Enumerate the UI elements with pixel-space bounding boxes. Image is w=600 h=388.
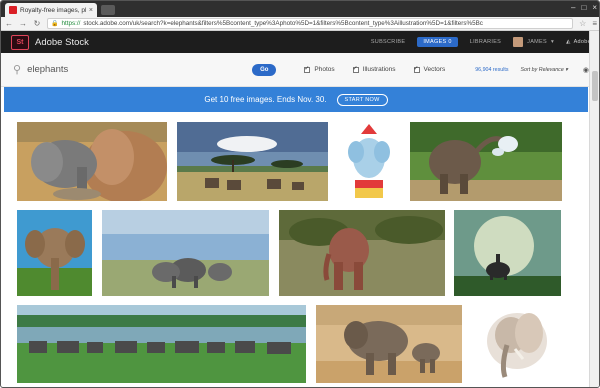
window-controls: – □ × xyxy=(571,3,597,12)
url-scheme: https:// xyxy=(61,20,81,27)
thumb-elephant-watercolor[interactable] xyxy=(471,305,561,383)
minimize-button[interactable]: – xyxy=(571,3,575,12)
header-nav: SUBSCRIBE IMAGES 0 LIBRARIES JAMES ▾ ◭ A… xyxy=(371,37,591,47)
sort-label: Sort by Relevance xyxy=(520,66,564,73)
scrollbar-thumb[interactable] xyxy=(592,71,598,101)
thumb-elephant-rider-surreal-image xyxy=(454,210,561,296)
tab-strip: Royalty-free images, phot × – □ × xyxy=(1,1,599,17)
thumb-elephant-calf-sand[interactable] xyxy=(316,305,462,383)
filter-illustrations[interactable]: Illustrations xyxy=(352,65,396,73)
tab-title: Royalty-free images, phot xyxy=(20,6,86,14)
thumb-elephant-family-closeup[interactable] xyxy=(17,122,167,201)
adobe-favicon-icon xyxy=(9,6,17,14)
browser-tab[interactable]: Royalty-free images, phot × xyxy=(5,3,97,17)
thumb-elephant-blue-sky-image xyxy=(17,210,92,296)
user-name: JAMES xyxy=(527,39,547,45)
url-text: stock.adobe.com/uk/search?k=elephants&fi… xyxy=(83,20,483,27)
search-bar: ⚲ elephants Go Photos Illustrations Vect… xyxy=(1,53,599,87)
content-type-filters: Photos Illustrations Vectors xyxy=(304,65,446,73)
thumb-elephant-spraying-water-image xyxy=(410,122,562,201)
promo-banner: Get 10 free images. Ends Nov. 30. START … xyxy=(4,87,588,112)
thumb-herd-by-lake[interactable] xyxy=(17,305,306,383)
thumb-elephant-calf-sand-image xyxy=(316,305,462,383)
search-icon: ⚲ xyxy=(13,64,22,76)
site-header: St Adobe Stock SUBSCRIBE IMAGES 0 LIBRAR… xyxy=(1,31,599,53)
thumb-elephant-watercolor-image xyxy=(471,305,561,383)
bookmark-star-icon[interactable]: ☆ xyxy=(579,19,586,28)
checkbox-vectors[interactable] xyxy=(413,65,420,73)
avatar xyxy=(513,37,524,47)
thumb-elephants-grassland[interactable] xyxy=(102,210,269,296)
adobe-logo-icon: ◭ xyxy=(566,39,571,45)
thumb-herd-by-lake-image xyxy=(17,305,306,383)
search-input[interactable]: elephants xyxy=(27,64,227,75)
images-cart-button[interactable]: IMAGES 0 xyxy=(417,37,458,47)
stock-logo[interactable]: St xyxy=(11,34,29,50)
tab-close-icon[interactable]: × xyxy=(89,7,93,14)
go-button[interactable]: Go xyxy=(252,63,277,76)
thumb-elephant-rider-surreal[interactable] xyxy=(454,210,561,296)
adobe-link[interactable]: ◭ Adobe xyxy=(566,39,591,45)
thumb-elephant-bush[interactable] xyxy=(279,210,445,296)
thumb-savanna-herd-acacia-image xyxy=(177,122,328,201)
libraries-link[interactable]: LIBRARIES xyxy=(470,39,501,45)
filter-illustrations-label: Illustrations xyxy=(362,66,396,73)
reload-icon[interactable]: ↻ xyxy=(33,19,41,28)
start-now-button[interactable]: START NOW xyxy=(336,93,388,106)
thumb-elephant-family-closeup-image xyxy=(17,122,167,201)
subscribe-link[interactable]: SUBSCRIBE xyxy=(371,39,406,45)
url-field[interactable]: 🔒 https:// stock.adobe.com/uk/search?k=e… xyxy=(47,18,574,29)
thumb-elephant-blue-sky[interactable] xyxy=(17,210,92,296)
thumb-circus-elephant-illustration[interactable] xyxy=(343,122,395,201)
checkbox-photos[interactable] xyxy=(304,65,311,73)
vertical-scrollbar[interactable] xyxy=(589,31,599,387)
browser-menu-icon[interactable]: ≡ xyxy=(592,19,597,28)
new-tab-button[interactable] xyxy=(101,5,115,15)
filter-vectors-label: Vectors xyxy=(423,66,446,73)
user-menu[interactable]: JAMES ▾ xyxy=(513,37,554,47)
sort-dropdown[interactable]: Sort by Relevance ▾ xyxy=(521,67,568,73)
filter-vectors[interactable]: Vectors xyxy=(413,65,446,73)
thumb-elephant-bush-image xyxy=(279,210,445,296)
filter-photos-label: Photos xyxy=(314,66,335,73)
checkbox-illustrations[interactable] xyxy=(352,65,359,73)
thumb-elephants-grassland-image xyxy=(102,210,269,296)
filter-photos[interactable]: Photos xyxy=(304,65,335,73)
maximize-button[interactable]: □ xyxy=(581,3,586,12)
brand-name[interactable]: Adobe Stock xyxy=(35,37,89,48)
results-count: 96,904 results xyxy=(475,66,509,73)
close-window-button[interactable]: × xyxy=(592,3,597,12)
back-arrow-icon[interactable]: ← xyxy=(5,19,13,28)
address-bar-row: ← → ↻ 🔒 https:// stock.adobe.com/uk/sear… xyxy=(1,17,599,31)
thumb-savanna-herd-acacia[interactable] xyxy=(177,122,328,201)
chevron-down-icon: ▾ xyxy=(551,39,555,45)
forward-arrow-icon[interactable]: → xyxy=(19,19,27,28)
browser-window: Royalty-free images, phot × – □ × ← → ↻ … xyxy=(0,0,600,388)
thumb-circus-elephant-illustration-image xyxy=(343,122,395,201)
banner-text: Get 10 free images. Ends Nov. 30. xyxy=(204,95,327,104)
lock-icon: 🔒 xyxy=(51,21,59,27)
thumb-elephant-spraying-water[interactable] xyxy=(410,122,562,201)
